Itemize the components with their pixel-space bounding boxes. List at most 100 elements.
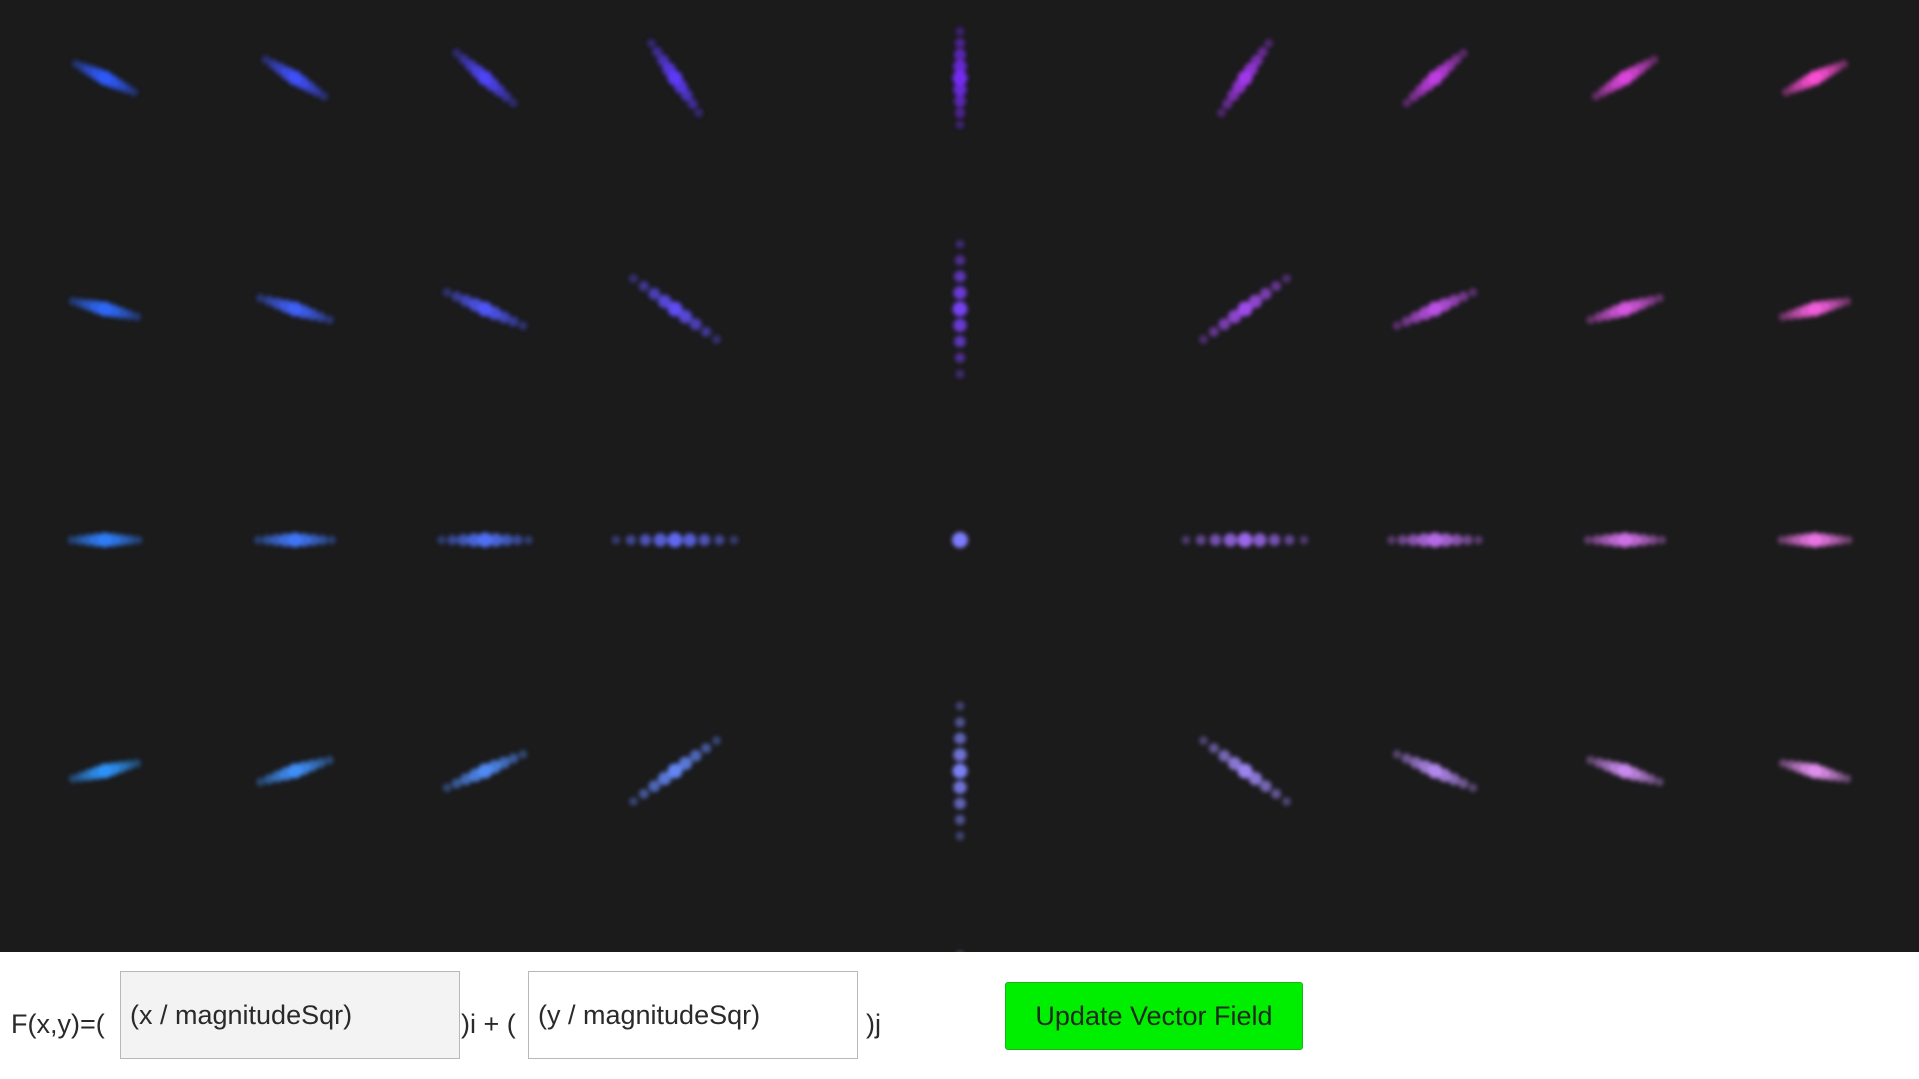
field-particle [1655, 777, 1664, 787]
field-particle [524, 535, 533, 545]
field-particle [256, 777, 266, 787]
field-particle [1839, 59, 1848, 69]
field-particle [512, 534, 523, 546]
field-particle [954, 814, 966, 825]
field-particle [1777, 535, 1787, 545]
field-particle [689, 318, 702, 331]
field-particle [1450, 534, 1463, 546]
field-particle [652, 46, 663, 58]
field-particle [954, 270, 966, 283]
field-particle [1586, 315, 1595, 325]
field-particle [714, 534, 725, 546]
center-point [952, 532, 968, 548]
field-particle [1474, 535, 1483, 545]
update-vector-field-button[interactable]: Update Vector Field [1005, 982, 1303, 1050]
field-particle [647, 39, 656, 48]
field-particle [75, 534, 86, 546]
field-particle [133, 535, 143, 545]
x-component-input[interactable] [120, 971, 460, 1059]
field-particle [657, 771, 672, 786]
field-particle [69, 774, 78, 783]
field-particle [1647, 534, 1658, 546]
field-particle [1842, 297, 1851, 306]
field-particle [701, 326, 712, 337]
field-particle [1833, 298, 1844, 309]
field-particle [1448, 294, 1460, 307]
field-particle [264, 774, 275, 785]
field-particle [1448, 773, 1460, 786]
field-particle [72, 59, 81, 69]
field-particle [458, 54, 469, 65]
field-particle [952, 763, 968, 779]
field-particle [1218, 318, 1231, 331]
field-particle [451, 778, 462, 789]
field-particle [954, 255, 966, 266]
field-particle [954, 38, 966, 49]
field-particle [954, 717, 966, 728]
field-particle [954, 352, 966, 363]
y-component-input[interactable] [528, 971, 858, 1059]
vector-field-canvas[interactable] [0, 0, 1919, 952]
field-particle [648, 780, 661, 793]
field-particle [1268, 534, 1281, 546]
field-particle [1195, 534, 1206, 546]
field-particle [712, 736, 721, 745]
field-particle [1649, 55, 1659, 65]
field-particle [451, 291, 462, 302]
field-particle [694, 108, 703, 117]
field-particle [467, 533, 481, 547]
field-particle [1439, 533, 1453, 547]
field-particle [698, 534, 711, 546]
field-particle [1397, 534, 1408, 546]
field-particle [955, 701, 965, 711]
field-particle [954, 335, 966, 348]
field-particle [953, 286, 967, 300]
field-particle [953, 59, 967, 74]
field-particle [1451, 54, 1462, 65]
field-particle [955, 369, 965, 379]
field-particle [1282, 274, 1291, 283]
field-particle [1392, 750, 1402, 759]
field-particle [955, 239, 965, 249]
field-particle [253, 535, 263, 545]
field-particle [1299, 535, 1309, 545]
field-particle [1181, 535, 1191, 545]
field-particle [1462, 534, 1473, 546]
field-particle [953, 748, 967, 762]
field-particle [1248, 771, 1263, 786]
field-particle [1217, 108, 1226, 117]
field-particle [955, 27, 965, 36]
field-particle [648, 287, 661, 300]
field-particle [1271, 281, 1282, 292]
field-particle [437, 535, 446, 545]
field-particle [689, 749, 702, 762]
field-particle [442, 783, 452, 792]
field-particle [1833, 771, 1844, 782]
field-particle [653, 533, 667, 547]
field-particle [256, 293, 266, 303]
field-particle [629, 274, 638, 283]
field-particle [1645, 295, 1656, 306]
field-particle [76, 771, 87, 782]
field-particle [325, 755, 334, 765]
field-particle [1458, 778, 1469, 789]
field-particle [954, 48, 966, 61]
field-particle [76, 298, 87, 309]
field-particle [1253, 533, 1267, 547]
i-separator-label: )i + ( [461, 1009, 516, 1039]
field-particle [611, 535, 621, 545]
field-particle [1271, 788, 1282, 799]
field-particle [460, 294, 472, 307]
field-particle [952, 301, 968, 317]
field-particle [1264, 39, 1273, 48]
field-particle [954, 797, 966, 810]
field-particle [460, 773, 472, 786]
field-particle [1199, 335, 1208, 344]
field-particle [457, 534, 470, 546]
field-particle [955, 831, 965, 841]
field-particle [1387, 535, 1396, 545]
field-particle [1655, 293, 1664, 303]
field-particle [1458, 291, 1469, 302]
field-particle [1645, 774, 1656, 785]
field-particle [953, 780, 967, 794]
